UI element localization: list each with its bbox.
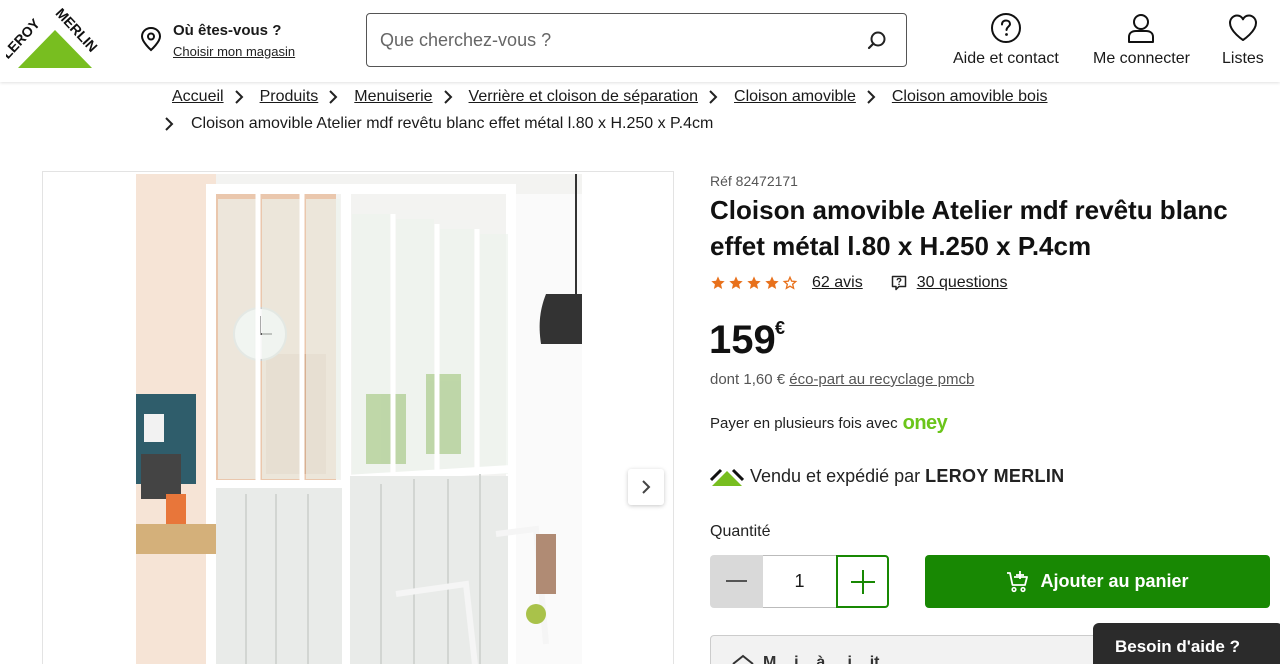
login-label: Me connecter <box>1093 50 1190 67</box>
leroy-merlin-mini-logo <box>710 468 744 486</box>
decrease-quantity-button[interactable] <box>710 555 763 608</box>
store-icon <box>732 654 754 664</box>
breadcrumb-current: Cloison amovible Atelier mdf revêtu blan… <box>191 115 714 132</box>
questions-link[interactable]: 30 questions <box>917 274 1008 292</box>
product-gallery <box>42 171 674 664</box>
increase-quantity-button[interactable] <box>836 555 889 608</box>
question-bubble-icon <box>891 275 906 291</box>
oney-logo: oney <box>902 412 948 434</box>
quantity-stepper: 1 <box>710 555 889 608</box>
help-label: Aide et contact <box>953 50 1059 67</box>
add-to-cart-button[interactable]: Ajouter au panier <box>925 555 1270 608</box>
breadcrumb-cloison-amovible-bois[interactable]: Cloison amovible bois <box>892 88 1048 106</box>
store-availability-text: M... i... à ... i... it... <box>763 654 893 664</box>
breadcrumb-menuiserie[interactable]: Menuiserie <box>354 88 432 106</box>
chevron-right-icon <box>698 89 734 105</box>
search-bar <box>366 13 907 67</box>
star-full-icon <box>765 276 779 289</box>
quantity-input[interactable]: 1 <box>763 555 836 608</box>
chevron-right-icon <box>224 89 260 105</box>
choose-store-link[interactable]: Choisir mon magasin <box>173 44 295 59</box>
store-availability-box[interactable]: M... i... à ... i... it... <box>710 635 1130 664</box>
next-image-button[interactable] <box>628 469 664 505</box>
chevron-right-icon <box>856 89 892 105</box>
leroy-merlin-logo[interactable]: LEROY MERLIN <box>0 5 104 70</box>
star-rating[interactable] <box>710 275 798 291</box>
add-to-cart-label: Ajouter au panier <box>1040 571 1189 591</box>
breadcrumb-accueil[interactable]: Accueil <box>172 88 224 106</box>
breadcrumb-cloison-amovible[interactable]: Cloison amovible <box>734 88 856 106</box>
eco-amount: dont 1,60 € <box>710 371 786 388</box>
reviews-link[interactable]: 62 avis <box>812 274 863 292</box>
user-icon <box>1128 14 1155 43</box>
lists-button[interactable]: Listes <box>1222 12 1264 68</box>
cart-plus-icon <box>1007 570 1029 592</box>
seller-info: Vendu et expédié par LEROY MERLIN <box>710 465 1064 487</box>
payment-text: Payer en plusieurs fois avec <box>710 415 898 432</box>
question-circle-icon <box>990 13 1021 43</box>
lists-label: Listes <box>1222 50 1264 67</box>
site-header: LEROY MERLIN Où êtes-vous ? Choisir mon … <box>0 0 1280 82</box>
chevron-right-icon <box>642 480 651 494</box>
quantity-label: Quantité <box>710 523 771 540</box>
help-contact-button[interactable]: Aide et contact <box>953 12 1059 68</box>
chevron-right-icon <box>164 116 191 132</box>
seller-name: LEROY MERLIN <box>925 465 1065 486</box>
chevron-right-icon <box>318 89 354 105</box>
product-image[interactable] <box>136 174 582 664</box>
breadcrumb-verriere[interactable]: Verrière et cloison de séparation <box>469 88 698 106</box>
rating-row: 62 avis 30 questions <box>710 273 1007 293</box>
product-price: 159 € <box>709 318 785 363</box>
star-full-icon <box>729 276 743 289</box>
help-chat-widget[interactable]: Besoin d'aide ? <box>1093 623 1280 664</box>
eco-link[interactable]: éco-part au recyclage pmcb <box>789 371 974 388</box>
price-value: 159 <box>709 318 776 362</box>
store-title: Où êtes-vous ? <box>173 22 282 39</box>
chevron-right-icon <box>433 89 469 105</box>
star-full-icon <box>747 276 761 289</box>
search-input[interactable] <box>380 24 850 56</box>
breadcrumb-produits[interactable]: Produits <box>260 88 319 106</box>
login-button[interactable]: Me connecter <box>1093 12 1190 68</box>
price-currency: € <box>775 318 786 338</box>
heart-icon <box>1228 14 1257 41</box>
star-outline-icon <box>782 275 798 290</box>
search-icon[interactable] <box>866 30 888 52</box>
minus-icon <box>726 580 747 582</box>
eco-participation: dont 1,60 € éco-part au recyclage pmcb <box>710 371 974 388</box>
product-reference: Réf 82472171 <box>710 173 798 189</box>
star-full-icon <box>711 276 725 289</box>
seller-prefix: Vendu et expédié par <box>750 465 921 486</box>
help-chat-label: Besoin d'aide ? <box>1115 637 1240 656</box>
product-title: Cloison amovible Atelier mdf revêtu blan… <box>710 195 1228 261</box>
payment-option[interactable]: Payer en plusieurs fois avec oney <box>710 412 948 435</box>
location-pin-icon <box>140 26 162 52</box>
